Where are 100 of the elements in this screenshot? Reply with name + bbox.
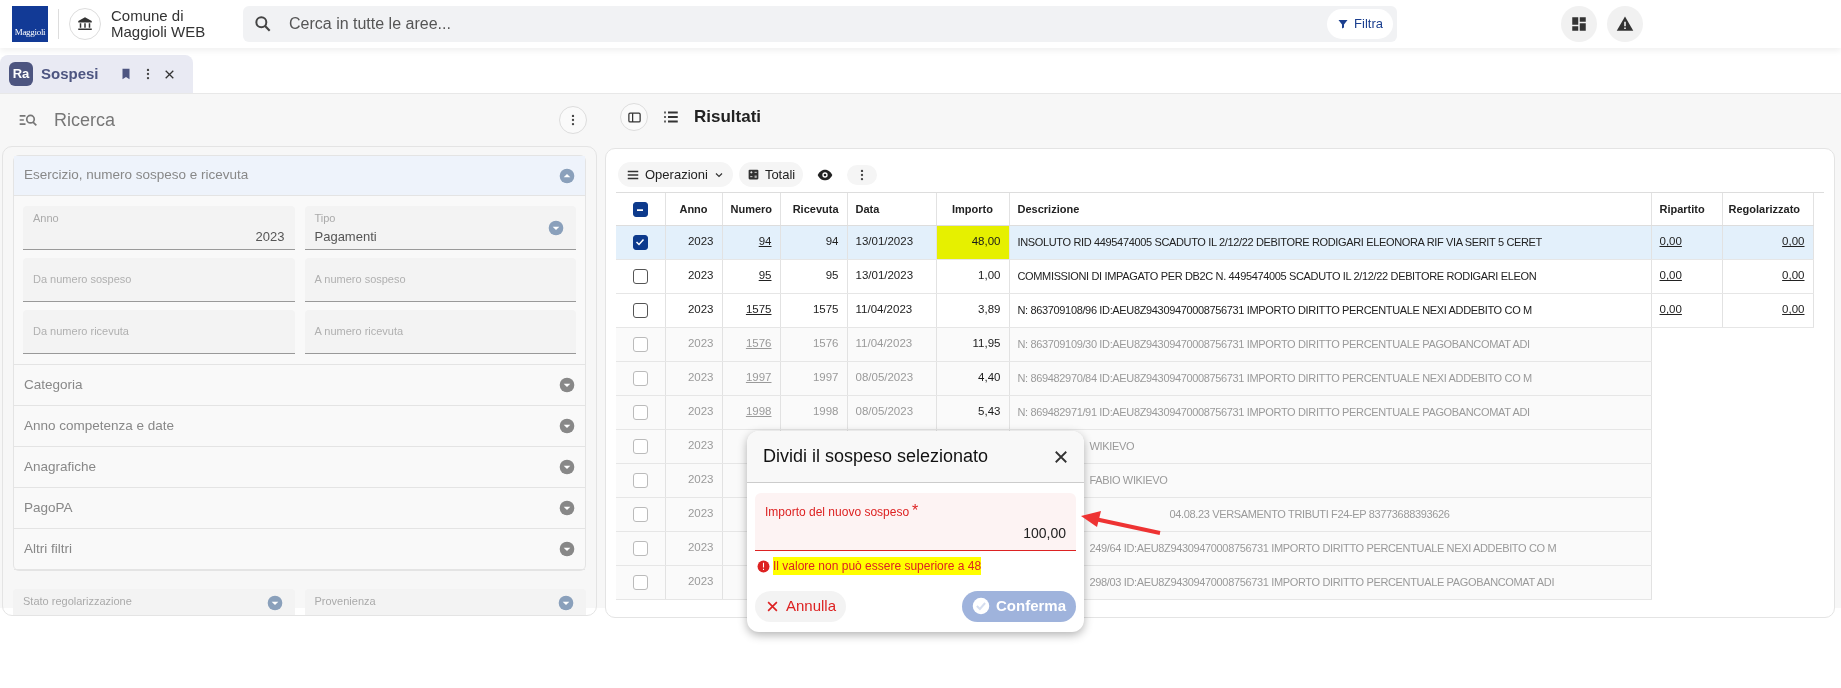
table-cell: 11/04/2023 <box>847 327 936 361</box>
amount-link[interactable]: 95 <box>758 269 772 282</box>
table-cell: 48,00 <box>936 225 1009 259</box>
document-tab[interactable]: Ra Sospesi <box>0 55 193 93</box>
check-circle-icon <box>972 597 990 616</box>
table-cell: 2023 <box>665 565 722 599</box>
calculator-icon <box>746 168 760 181</box>
column-header[interactable]: Importo <box>936 193 1009 225</box>
table-cell-text: 3,89 <box>977 302 1002 318</box>
dashboard-icon <box>1570 15 1588 33</box>
cancel-button[interactable]: Annulla <box>755 591 847 622</box>
table-cell: 08/05/2023 <box>847 361 936 395</box>
amount-link[interactable]: 0,00 <box>1782 235 1805 248</box>
table-cell: N: 863709108/96 ID:AEU8Z94309470008756731 IMPORTO DIRITTO PERCENTUALE NEXI ADDEBITO CO M <box>1009 293 1651 327</box>
expand-icon <box>559 541 575 557</box>
row-checkbox[interactable] <box>632 506 648 522</box>
error-message: Il valore non può essere superiore a 48 <box>773 557 982 575</box>
amount-link[interactable]: 1575 <box>745 303 772 316</box>
table-cell: 95 <box>780 259 847 293</box>
column-header[interactable]: Numero <box>722 193 780 225</box>
search-icon <box>253 14 273 34</box>
sidebar-toggle-button[interactable] <box>620 103 648 131</box>
amount-link[interactable]: 0,00 <box>1659 303 1682 316</box>
row-checkbox[interactable] <box>632 472 648 488</box>
collapse-icon <box>559 167 575 184</box>
table-cell: N: 869482970/84 ID:AEU8Z94309470008756731 IMPORTO DIRITTO PERCENTUALE NEXI ADDEBITO CO M <box>1009 361 1651 395</box>
operations-dropdown[interactable]: Operazioni <box>618 161 733 188</box>
table-cell: 2023 <box>665 293 722 327</box>
tab-label: Sospesi <box>41 63 99 84</box>
funnel-icon <box>1337 18 1350 30</box>
row-checkbox[interactable] <box>632 438 648 454</box>
expand-icon <box>559 459 575 475</box>
table-cell: N: 863709109/30 ID:AEU8Z94309470008756731 IMPORTO DIRITTO PERCENTUALE PAGOBANCOMAT ADI <box>1009 327 1651 361</box>
table-cell: INSOLUTO RID 4495474005 SCADUTO IL 2/12/22 DEBITORE RODIGARI ELEONORA RIF VIA SERIT 5 CERET <box>1009 225 1651 259</box>
table-cell: 2023 <box>665 327 722 361</box>
app-name: Comune di Maggioli WEB <box>111 8 207 40</box>
table-cell: 2023 <box>665 361 722 395</box>
table-cell: 11/04/2023 <box>847 293 936 327</box>
table-cell: 1998 <box>780 395 847 429</box>
row-checkbox[interactable] <box>632 268 648 284</box>
amount-link[interactable]: 94 <box>758 235 772 248</box>
table-cell: 94 <box>780 225 847 259</box>
select-all-checkbox[interactable] <box>632 202 648 218</box>
input-field[interactable]: Anno 2023 <box>23 206 295 250</box>
bank-icon <box>76 15 94 33</box>
dropdown-icon <box>548 220 564 236</box>
row-checkbox[interactable] <box>632 540 648 556</box>
row-checkbox[interactable] <box>632 574 648 590</box>
column-header[interactable]: Regolarizzato <box>1722 193 1813 225</box>
dialog-title: Dividi il sospeso selezionato <box>763 445 989 468</box>
column-header[interactable]: Anno <box>665 193 722 225</box>
table-cell: 2023 <box>665 395 722 429</box>
table-cell: 2023 <box>665 531 722 565</box>
amount-link[interactable]: 0,00 <box>1782 303 1805 316</box>
company-logo: Maggioli <box>12 6 48 42</box>
error-icon <box>757 559 770 573</box>
column-header[interactable]: Ripartito <box>1651 193 1722 225</box>
row-checkbox[interactable] <box>632 370 648 386</box>
dashboard-button[interactable] <box>1561 6 1597 42</box>
row-checkbox[interactable] <box>632 336 648 352</box>
row-checkbox[interactable] <box>632 302 648 318</box>
table-cell: 2023 <box>665 259 722 293</box>
sidebar-icon <box>626 109 642 125</box>
table-cell: 1575 <box>780 293 847 327</box>
app-logo: Ra <box>9 62 33 86</box>
table-cell: 2023 <box>665 225 722 259</box>
table-cell: 1997 <box>780 361 847 395</box>
totals-button[interactable]: Totali <box>738 161 804 188</box>
column-header[interactable]: Ricevuta <box>780 193 847 225</box>
row-checkbox[interactable] <box>632 404 648 420</box>
expand-icon <box>559 418 575 434</box>
table-cell-text: 5,43 <box>977 404 1002 420</box>
panel-title: Risultati <box>694 106 762 129</box>
column-header[interactable]: Data <box>847 193 936 225</box>
panel-title: Ricerca <box>54 108 116 132</box>
amount-link[interactable]: 0,00 <box>1782 269 1805 282</box>
column-header[interactable]: Descrizione <box>1009 193 1651 225</box>
search-bar[interactable]: Cerca in tutte le aree... Filtra <box>243 6 1397 42</box>
table-cell: 2023 <box>665 463 722 497</box>
dropdown-icon <box>266 595 283 611</box>
table-cell: 08/05/2023 <box>847 395 936 429</box>
table-cell: 2023 <box>665 429 722 463</box>
amount-link[interactable]: 0,00 <box>1659 235 1682 248</box>
expand-icon <box>559 500 575 516</box>
table-cell: 2023 <box>665 497 722 531</box>
expand-icon <box>559 377 575 393</box>
row-checkbox[interactable] <box>632 234 648 250</box>
accordion-header[interactable]: Altri filtri <box>14 529 585 570</box>
table-cell: COMMISSIONI DI IMPAGATO PER DB2C N. 4495474005 SCADUTO IL 2/12/22 DEBITORE RODIGARI ELEON <box>1009 259 1651 293</box>
warning-button[interactable] <box>1607 6 1643 42</box>
required-asterisk: * <box>912 502 919 519</box>
filter-button[interactable]: Filtra <box>1327 9 1393 39</box>
table-cell: N: 869482971/91 ID:AEU8Z94309470008756731 IMPORTO DIRITTO PERCENTUALE PAGOBANCOMAT ADI <box>1009 395 1651 429</box>
amount-link[interactable]: 0,00 <box>1659 269 1682 282</box>
table-cell-text: 4,40 <box>977 370 1002 386</box>
accordion-header[interactable]: Anagrafiche <box>14 447 585 488</box>
accordion-header[interactable]: PagoPA <box>14 488 585 529</box>
table-cell: 1576 <box>780 327 847 361</box>
select-field[interactable]: Tipo Pagamenti <box>304 206 576 250</box>
dropdown-icon <box>558 595 574 611</box>
